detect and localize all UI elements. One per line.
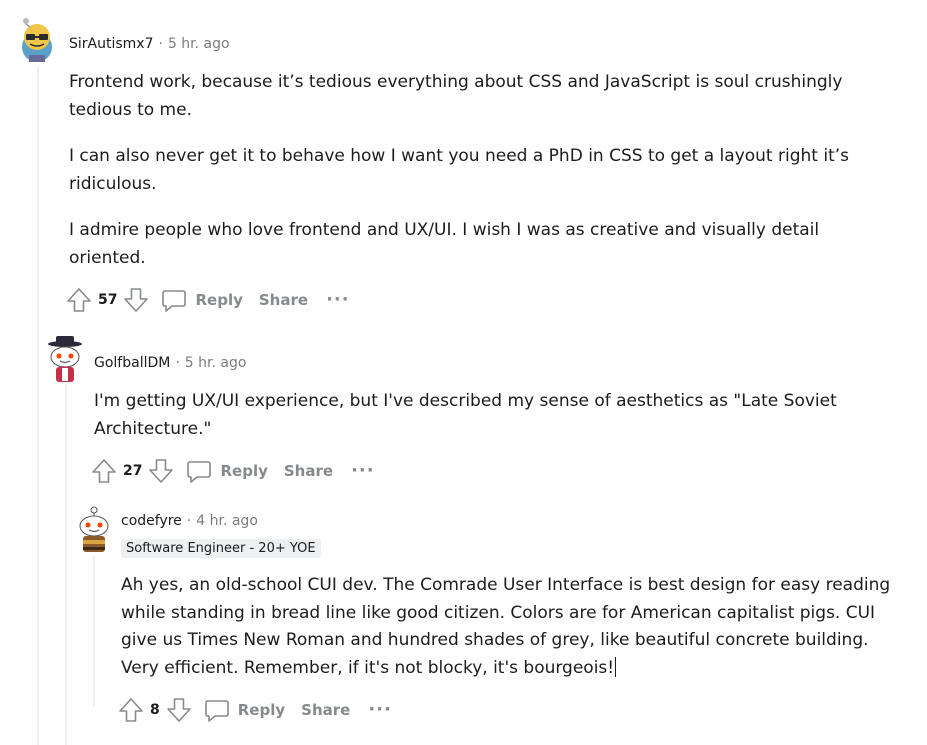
comment-paragraph: I'm getting UX/UI experience, but I've d… xyxy=(94,391,837,439)
vote-score: 57 xyxy=(98,292,118,308)
avatar[interactable] xyxy=(74,505,114,555)
thread-line-1[interactable] xyxy=(37,66,39,745)
more-options-button[interactable]: ··· xyxy=(351,462,375,480)
upvote-arrow-icon xyxy=(119,698,143,722)
share-button[interactable]: Share xyxy=(301,701,350,719)
downvote-button[interactable] xyxy=(166,697,192,723)
comment-bubble-icon xyxy=(204,700,229,722)
author-name[interactable]: SirAutismx7 xyxy=(69,36,154,52)
comment-body: Frontend work, because it’s tedious ever… xyxy=(69,69,889,272)
downvote-button[interactable] xyxy=(148,458,174,484)
upvote-button[interactable] xyxy=(66,287,92,313)
thread-line-2[interactable] xyxy=(65,384,67,745)
author-name[interactable]: codefyre xyxy=(121,513,182,529)
upvote-button[interactable] xyxy=(91,458,117,484)
snoo-avatar-icon xyxy=(48,336,82,382)
comment-meta: codefyre · 4 hr. ago xyxy=(121,513,258,529)
downvote-arrow-icon xyxy=(149,459,174,483)
timestamp[interactable]: 4 hr. ago xyxy=(196,513,258,529)
snoo-avatar-icon xyxy=(22,18,52,62)
comment-paragraph: I admire people who love frontend and UX… xyxy=(69,220,820,268)
comment-meta: SirAutismx7 · 5 hr. ago xyxy=(69,36,230,52)
reply-label: Reply xyxy=(195,291,243,309)
author-name[interactable]: GolfballDM xyxy=(94,355,170,371)
upvote-arrow-icon xyxy=(92,459,116,483)
comment-paragraph[interactable]: Ah yes, an old-school CUI dev. The Comra… xyxy=(121,572,911,682)
downvote-arrow-icon xyxy=(166,698,191,722)
thread-line-3[interactable] xyxy=(93,556,95,706)
timestamp[interactable]: 5 hr. ago xyxy=(185,355,247,371)
comment-actions: 57 Reply Share ··· xyxy=(66,285,350,315)
snoo-avatar-icon xyxy=(79,506,109,552)
comment-paragraph: I can also never get it to behave how I … xyxy=(69,146,849,194)
text-cursor xyxy=(615,656,617,677)
share-button[interactable]: Share xyxy=(259,291,308,309)
avatar[interactable] xyxy=(44,335,86,385)
separator-dot: · xyxy=(158,36,163,52)
separator-dot: · xyxy=(175,355,180,371)
comment-actions: 27 Reply Share ··· xyxy=(91,456,375,486)
reply-button[interactable]: Reply xyxy=(186,458,268,484)
comment-meta: GolfballDM · 5 hr. ago xyxy=(94,355,246,371)
share-button[interactable]: Share xyxy=(284,462,333,480)
avatar[interactable] xyxy=(18,17,56,63)
comment-body: Ah yes, an old-school CUI dev. The Comra… xyxy=(121,572,911,682)
comment-text: Ah yes, an old-school CUI dev. The Comra… xyxy=(121,575,891,678)
comment-body: I'm getting UX/UI experience, but I've d… xyxy=(94,388,874,443)
upvote-arrow-icon xyxy=(67,288,91,312)
vote-score: 27 xyxy=(123,463,143,479)
share-label: Share xyxy=(301,701,351,719)
more-options-button[interactable]: ··· xyxy=(326,291,350,309)
reply-label: Reply xyxy=(220,462,268,480)
upvote-button[interactable] xyxy=(118,697,144,723)
vote-score: 8 xyxy=(150,702,160,718)
share-label: Share xyxy=(283,462,334,480)
comment-paragraph: Frontend work, because it’s tedious ever… xyxy=(69,72,843,120)
comment-actions: 8 Reply Share ··· xyxy=(118,695,392,725)
share-label: Share xyxy=(258,291,309,309)
comment-bubble-icon xyxy=(162,290,187,312)
user-flair: Software Engineer - 20+ YOE xyxy=(121,539,321,558)
downvote-button[interactable] xyxy=(123,287,149,313)
more-options-button[interactable]: ··· xyxy=(368,701,392,719)
reply-button[interactable]: Reply xyxy=(161,287,243,313)
reply-button[interactable]: Reply xyxy=(204,697,285,723)
separator-dot: · xyxy=(186,513,192,529)
comment-bubble-icon xyxy=(187,461,212,483)
reply-label: Reply xyxy=(237,701,286,719)
timestamp[interactable]: 5 hr. ago xyxy=(168,36,230,52)
downvote-arrow-icon xyxy=(124,288,149,312)
